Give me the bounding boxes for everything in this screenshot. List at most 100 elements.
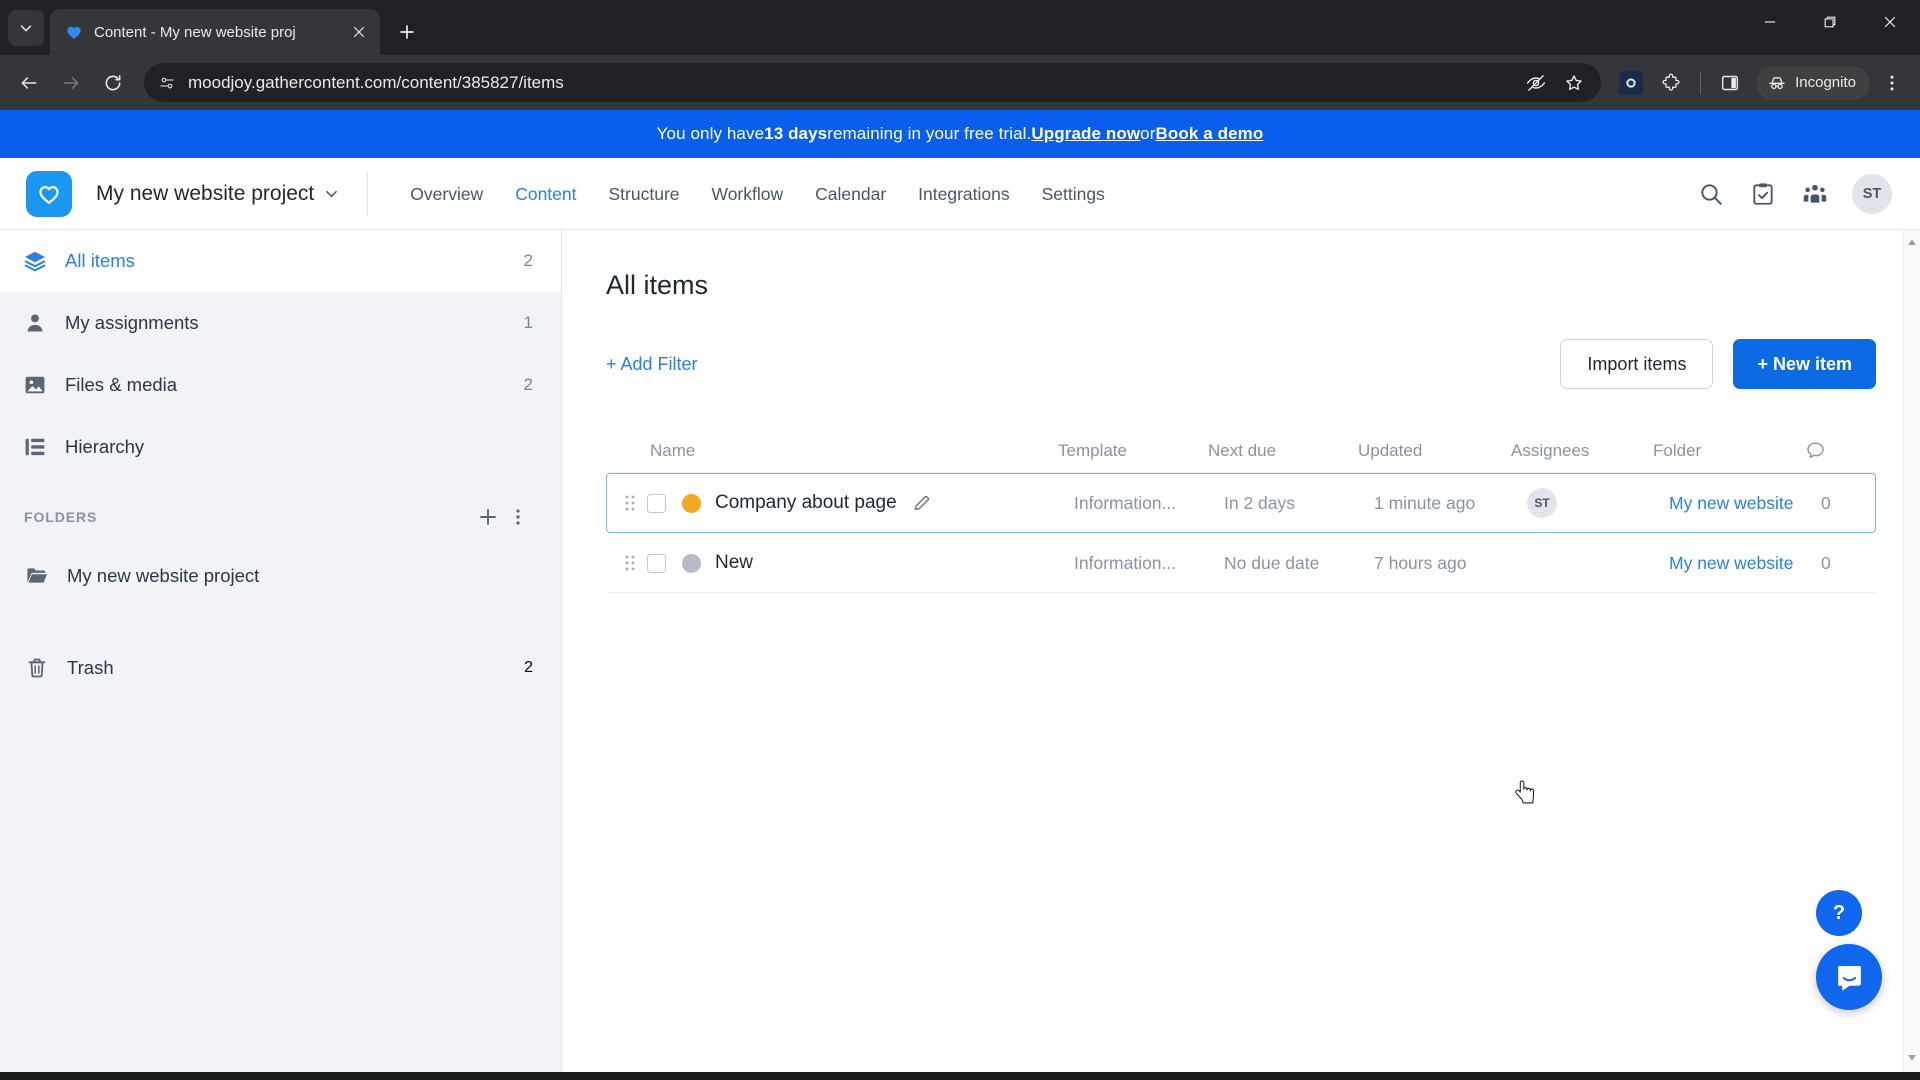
banner-prefix: You only have xyxy=(656,124,765,143)
item-template: Information... xyxy=(1074,492,1177,513)
project-name: My new website project xyxy=(96,181,315,205)
add-folder-button[interactable] xyxy=(473,502,503,532)
column-header-comments[interactable] xyxy=(1805,440,1861,461)
minimize-icon xyxy=(1764,21,1776,23)
nav-settings[interactable]: Settings xyxy=(1026,158,1121,230)
nav-overview[interactable]: Overview xyxy=(394,158,499,230)
mouse-cursor xyxy=(1515,780,1534,804)
column-header-updated[interactable]: Updated xyxy=(1358,441,1511,461)
sidebar-item-trash[interactable]: Trash 2 xyxy=(0,638,561,698)
tasks-button[interactable] xyxy=(1748,179,1778,209)
people-icon xyxy=(1803,184,1827,203)
row-checkbox[interactable] xyxy=(647,553,666,573)
sidebar-label: All items xyxy=(65,250,135,271)
toolbar-divider xyxy=(1700,71,1702,94)
banner-conjunction: or xyxy=(1140,124,1156,143)
nav-integrations[interactable]: Integrations xyxy=(902,158,1025,230)
sidebar-folder-my-new-website-project[interactable]: My new website project xyxy=(0,546,561,606)
nav-calendar[interactable]: Calendar xyxy=(799,158,902,230)
site-settings-icon[interactable] xyxy=(158,74,176,92)
folders-options-button[interactable] xyxy=(503,502,533,532)
table-header-row: Name Template Next due Updated Assignees… xyxy=(606,429,1876,473)
gathercontent-logo[interactable] xyxy=(26,170,72,217)
page-title: All items xyxy=(606,270,709,300)
add-filter-button[interactable]: + Add Filter xyxy=(606,354,698,375)
import-items-button[interactable]: Import items xyxy=(1560,339,1714,389)
search-button[interactable] xyxy=(1696,179,1726,209)
close-window-button[interactable] xyxy=(1860,0,1920,44)
reload-icon xyxy=(105,74,121,90)
item-name-cell[interactable]: Company about page xyxy=(666,492,1074,514)
tab-search-button[interactable] xyxy=(8,10,44,46)
scroll-down-arrow-icon[interactable] xyxy=(1907,1050,1917,1068)
nav-content[interactable]: Content xyxy=(499,158,592,230)
item-name: New xyxy=(715,552,754,573)
item-updated: 7 hours ago xyxy=(1374,552,1467,573)
minimize-button[interactable] xyxy=(1740,0,1800,44)
forward-arrow-icon xyxy=(63,76,79,89)
reload-button[interactable] xyxy=(94,64,132,102)
sidebar-count: 2 xyxy=(523,375,533,394)
side-panel-button[interactable] xyxy=(1712,65,1748,101)
tab-close-button[interactable] xyxy=(348,21,370,43)
incognito-icon xyxy=(1769,76,1785,89)
item-assignees[interactable]: ST xyxy=(1527,488,1669,518)
incognito-indicator[interactable]: Incognito xyxy=(1756,65,1870,100)
sidebar-item-all-items[interactable]: All items 2 xyxy=(0,230,561,292)
item-folder-cell: My new website xyxy=(1669,493,1821,514)
tracking-protection-icon[interactable] xyxy=(1523,70,1549,96)
column-header-next-due[interactable]: Next due xyxy=(1208,441,1358,461)
upgrade-now-link[interactable]: Upgrade now xyxy=(1031,124,1140,144)
scroll-up-arrow-icon[interactable] xyxy=(1907,234,1917,252)
column-header-template[interactable]: Template xyxy=(1058,441,1208,461)
sidebar-item-files-media[interactable]: Files & media 2 xyxy=(0,354,561,416)
user-avatar[interactable]: ST xyxy=(1852,173,1892,214)
help-button[interactable]: ? xyxy=(1816,890,1862,936)
drag-handle-icon[interactable] xyxy=(619,554,641,572)
nav-workflow[interactable]: Workflow xyxy=(696,158,800,230)
item-next-due: No due date xyxy=(1224,552,1320,573)
sidebar-item-my-assignments[interactable]: My assignments 1 xyxy=(0,292,561,354)
item-name-cell[interactable]: New xyxy=(666,552,1074,574)
table-row[interactable]: Company about page Information... In 2 d… xyxy=(606,473,1876,533)
browser-tab[interactable]: Content - My new website proj xyxy=(50,9,380,55)
forward-button[interactable] xyxy=(52,64,90,102)
row-checkbox[interactable] xyxy=(647,493,666,513)
new-tab-button[interactable] xyxy=(390,15,424,49)
column-header-folder[interactable]: Folder xyxy=(1653,441,1805,461)
drag-handle-icon[interactable] xyxy=(619,494,641,512)
item-comment-count: 0 xyxy=(1821,552,1831,573)
column-header-assignees[interactable]: Assignees xyxy=(1511,441,1653,461)
chat-widget-button[interactable] xyxy=(1816,944,1882,1010)
browser-toolbar: moodjoy.gathercontent.com/content/385827… xyxy=(0,55,1920,110)
book-a-demo-link[interactable]: Book a demo xyxy=(1156,124,1264,144)
bookmark-star-icon[interactable] xyxy=(1561,70,1587,96)
item-folder-link[interactable]: My new website xyxy=(1669,493,1794,513)
comment-bubble-icon xyxy=(1807,442,1824,459)
back-button[interactable] xyxy=(10,64,48,102)
active-extension-button[interactable] xyxy=(1613,65,1649,101)
items-table: Name Template Next due Updated Assignees… xyxy=(606,429,1876,593)
extensions-button[interactable] xyxy=(1653,65,1689,101)
chevron-down-icon xyxy=(20,25,32,32)
table-row[interactable]: New Information... No due date 7 hours a… xyxy=(606,533,1876,593)
maximize-button[interactable] xyxy=(1800,0,1860,44)
edit-pencil-icon[interactable] xyxy=(911,492,933,514)
page-scrollbar[interactable] xyxy=(1903,230,1920,1072)
project-switcher[interactable]: My new website project xyxy=(96,171,369,216)
content-toolbar: + Add Filter Import items + New item xyxy=(606,339,1876,389)
column-header-name[interactable]: Name xyxy=(650,441,1058,461)
item-comment-count: 0 xyxy=(1821,492,1831,513)
banner-days: 13 days xyxy=(764,124,828,143)
toolbar-right-actions: Import items + New item xyxy=(1560,339,1876,389)
sidebar-item-hierarchy[interactable]: Hierarchy xyxy=(0,416,561,478)
trash-icon xyxy=(24,655,50,681)
chrome-menu-button[interactable] xyxy=(1874,65,1910,101)
address-bar[interactable]: moodjoy.gathercontent.com/content/385827… xyxy=(144,63,1602,102)
item-folder-link[interactable]: My new website xyxy=(1669,553,1794,573)
extension-icon xyxy=(1619,70,1644,95)
team-button[interactable] xyxy=(1800,179,1830,209)
sidebar-label: Files & media xyxy=(65,374,178,395)
new-item-button[interactable]: + New item xyxy=(1733,339,1876,389)
nav-structure[interactable]: Structure xyxy=(593,158,696,230)
